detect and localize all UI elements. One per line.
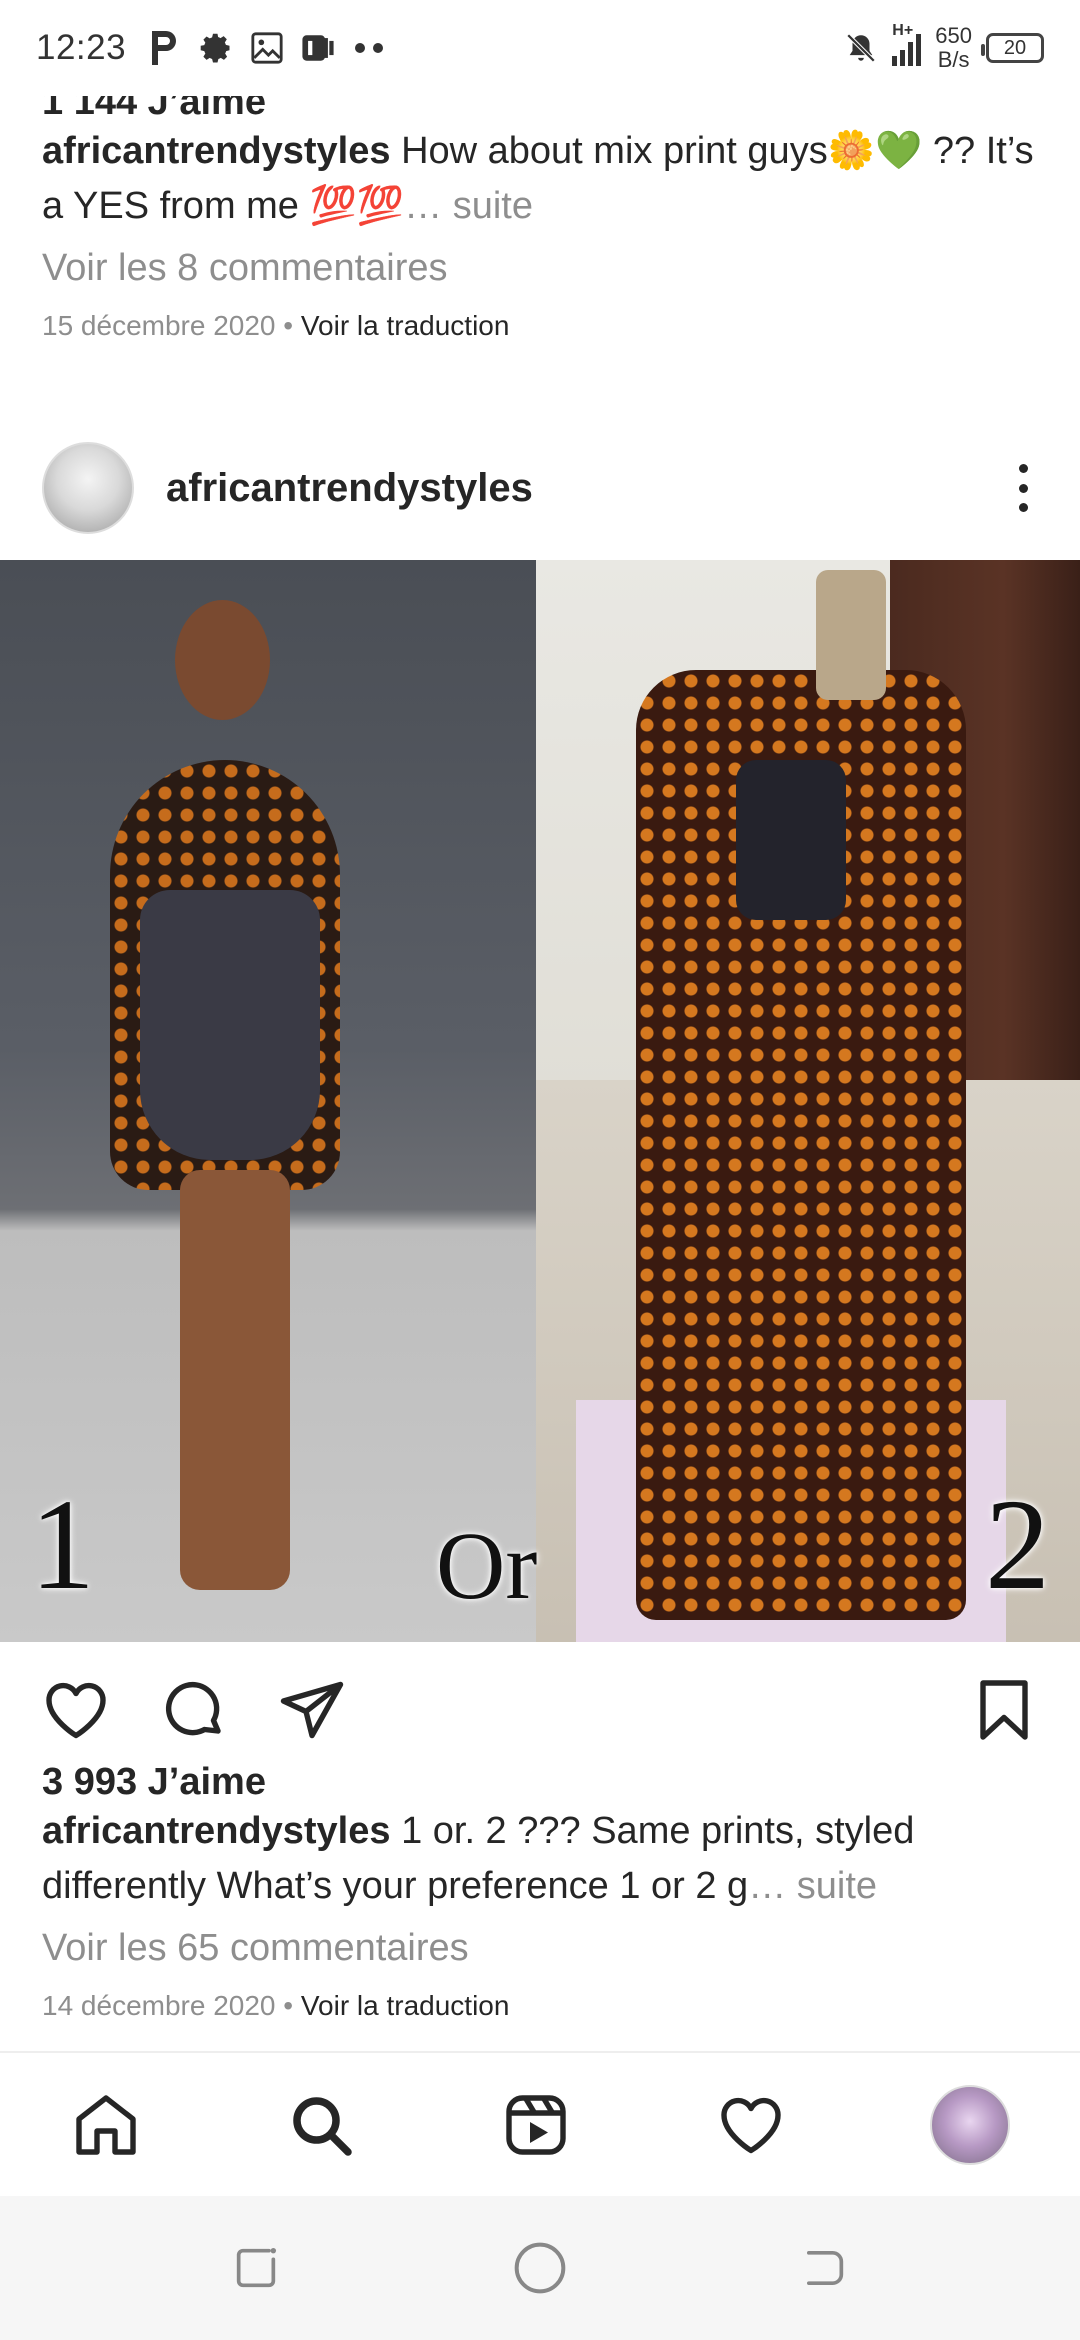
post-2-caption: africantrendystyles 1 or. 2 ??? Same pri… (42, 1804, 1038, 1914)
image-panel-right: 2 (536, 560, 1080, 1642)
post-2-header: africantrendystyles (0, 426, 1080, 550)
status-right: H+ 650 B/s 20 (844, 22, 1044, 72)
post-1-more-link[interactable]: … suite (404, 185, 533, 227)
mute-icon (847, 33, 876, 63)
post-1-date: 15 décembre 2020 (42, 310, 276, 341)
home-button-icon[interactable] (512, 2240, 568, 2296)
post-2-translate-link[interactable]: Voir la traduction (301, 1990, 510, 2021)
battery-icon: 20 (981, 33, 1044, 63)
search-icon[interactable] (285, 2089, 357, 2161)
post-1-translate-link[interactable]: Voir la traduction (301, 310, 510, 341)
post-1-meta: 15 décembre 2020 • Voir la traduction (42, 310, 510, 341)
activity-heart-icon[interactable] (715, 2089, 787, 2161)
post-2-comments-link[interactable]: Voir les 65 commentaires (42, 1926, 1038, 1970)
image-panel-left: 1 (0, 560, 536, 1642)
network-speed: 650 B/s (935, 23, 972, 72)
post-2-image[interactable]: 1 2 Or (0, 560, 1080, 1642)
post-2-more-link[interactable]: … suite (748, 1865, 877, 1907)
status-bar: 12:23 H+ 650 B/s 20 (0, 0, 1080, 96)
status-time: 12:23 (36, 28, 127, 67)
figure-left-legs (180, 1170, 290, 1590)
post-2-username[interactable]: africantrendystyles (166, 466, 533, 511)
post-2-meta: 14 décembre 2020 • Voir la traduction (42, 1990, 510, 2021)
more-options-icon[interactable] (1008, 458, 1038, 518)
network-type: H+ (892, 22, 914, 39)
profile-avatar[interactable] (930, 2084, 1010, 2165)
image-label-1: 1 (30, 1473, 95, 1617)
post-1-caption: africantrendystyles How about mix print … (42, 124, 1038, 234)
post-1-likes[interactable]: 1 144 J’aime (42, 96, 1038, 124)
more-dots-icon (355, 43, 384, 53)
post-2-date: 14 décembre 2020 (42, 1990, 276, 2021)
bottom-navigation (0, 2051, 1080, 2196)
post-1-caption-username[interactable]: africantrendystyles (42, 130, 391, 172)
image-label-2: 2 (985, 1473, 1050, 1617)
post-1-footer: 1 144 J’aime africantrendystyles How abo… (0, 96, 1080, 342)
image-label-or: Or (436, 1512, 538, 1619)
reels-icon[interactable] (500, 2089, 572, 2161)
gallery-icon (251, 32, 283, 64)
post-2-footer: 3 993 J’aime africantrendystyles 1 or. 2… (0, 1760, 1080, 2022)
post-2-actions (0, 1670, 1080, 1750)
app-icon (302, 35, 334, 61)
back-icon[interactable] (798, 2242, 850, 2294)
avatar[interactable] (42, 442, 134, 534)
signal-icon: H+ (892, 22, 922, 66)
parking-icon (152, 31, 177, 65)
home-icon[interactable] (70, 2089, 142, 2161)
battery-level: 20 (1003, 36, 1027, 59)
post-2-likes[interactable]: 3 993 J’aime (42, 1760, 1038, 1804)
figure-left-dress (140, 890, 320, 1160)
post-1-comments-link[interactable]: Voir les 8 commentaires (42, 246, 1038, 290)
post-2-caption-username[interactable]: africantrendystyles (42, 1810, 391, 1852)
feed[interactable]: 1 144 J’aime africantrendystyles How abo… (0, 96, 1080, 2051)
instagram-app: 12:23 H+ 650 B/s 20 1 144 J’aime african… (0, 0, 1080, 2340)
figure-left-head (175, 600, 270, 720)
share-icon[interactable] (276, 1674, 348, 1746)
settings-icon (200, 33, 230, 63)
status-left-icons (148, 29, 388, 67)
bookmark-icon[interactable] (968, 1674, 1040, 1746)
heart-icon[interactable] (40, 1674, 112, 1746)
comment-icon[interactable] (158, 1674, 230, 1746)
system-navigation-bar (0, 2196, 1080, 2340)
figure-right-phone (816, 570, 886, 700)
recent-apps-icon[interactable] (230, 2242, 282, 2294)
figure-right-top (736, 760, 846, 920)
